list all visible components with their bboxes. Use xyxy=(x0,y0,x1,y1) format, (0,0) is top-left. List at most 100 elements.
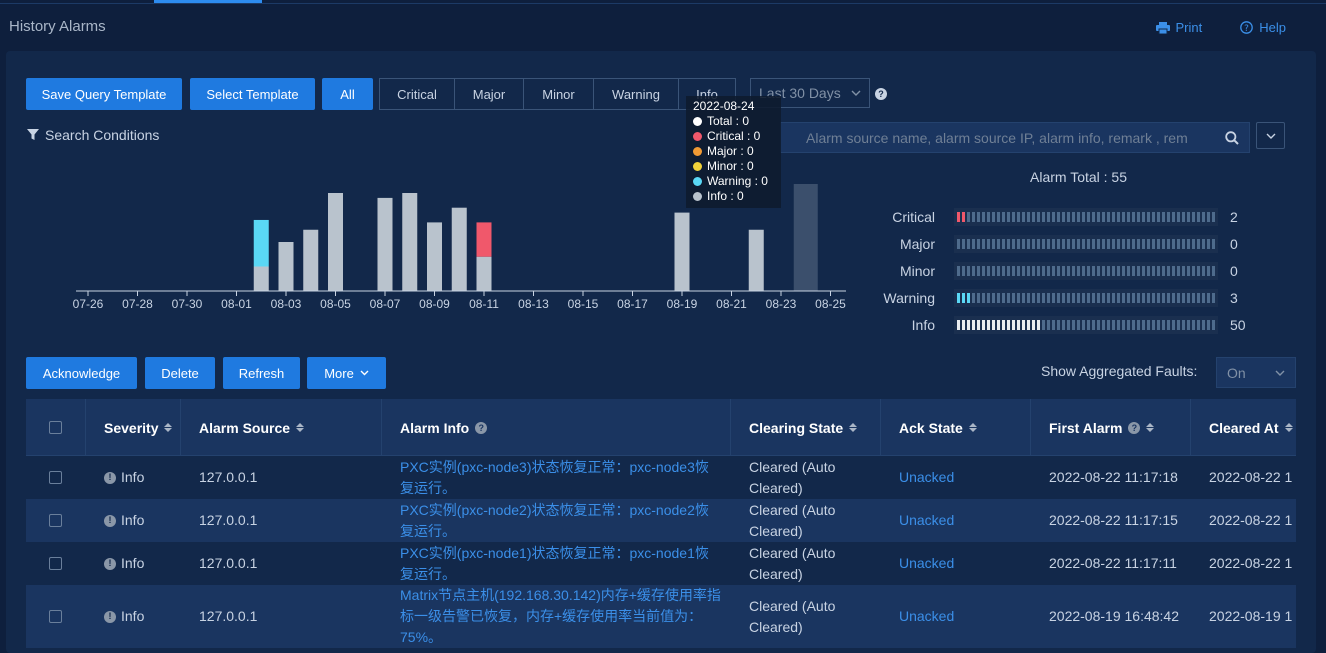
alarm-source-column-header[interactable]: Alarm Source xyxy=(181,399,382,456)
x-tick-label: 07-30 xyxy=(172,297,203,311)
bar-segment xyxy=(1037,266,1040,276)
more-button[interactable]: More xyxy=(307,357,386,389)
bar-segment xyxy=(1032,320,1035,330)
help-icon[interactable]: ? xyxy=(1128,421,1141,434)
table-row[interactable]: ! Info 127.0.0.1 PXC实例(pxc-node2)状态恢复正常：pxc… xyxy=(26,499,1296,542)
bar-segment xyxy=(1107,320,1110,330)
clearing-state-column-header[interactable]: Clearing State xyxy=(731,399,881,456)
bar-segment xyxy=(1182,320,1185,330)
alarm-info-cell[interactable]: PXC实例(pxc-node1)状态恢复正常：pxc-node1恢复运行。 xyxy=(382,542,731,585)
table-row[interactable]: ! Info 127.0.0.1 PXC实例(pxc-node1)状态恢复正常：pxc… xyxy=(26,542,1296,585)
severity-column-header[interactable]: Severity xyxy=(86,399,181,456)
bar-segment xyxy=(1112,239,1115,249)
save-query-template-button[interactable]: Save Query Template xyxy=(26,78,182,110)
search-button[interactable] xyxy=(1209,130,1239,145)
acknowledge-button[interactable]: Acknowledge xyxy=(26,357,137,389)
severity-all-button[interactable]: All xyxy=(322,78,373,110)
chevron-down-icon xyxy=(360,370,369,376)
bar-segment xyxy=(1017,266,1020,276)
bar-segment xyxy=(1127,212,1130,222)
bar-segment xyxy=(1012,320,1015,330)
bar-segment xyxy=(997,293,1000,303)
bar-segment xyxy=(1067,293,1070,303)
bar-segment xyxy=(1042,266,1045,276)
table-row[interactable]: ! Info 127.0.0.1 Matrix节点主机(192.168.30.142)… xyxy=(26,585,1296,648)
bar-segment xyxy=(1007,266,1010,276)
sort-icon[interactable] xyxy=(968,423,977,432)
severity-header-label: Severity xyxy=(104,419,159,436)
delete-button[interactable]: Delete xyxy=(145,357,215,389)
sort-icon[interactable] xyxy=(164,423,173,432)
bar-info-08-10 xyxy=(451,207,467,291)
severity-filter-minor[interactable]: Minor xyxy=(523,78,594,110)
row-checkbox[interactable] xyxy=(49,514,62,527)
severity-text: Info xyxy=(121,469,145,485)
bar-segment xyxy=(1097,320,1100,330)
severity-filter-critical[interactable]: Critical xyxy=(379,78,455,110)
table-row[interactable]: ! Info 127.0.0.1 PXC实例(pxc-node3)状态恢复正常：pxc… xyxy=(26,456,1296,499)
bar-segment xyxy=(1087,239,1090,249)
bar-segment xyxy=(977,320,980,330)
search-conditions-toggle[interactable]: Search Conditions xyxy=(27,127,159,143)
bar-segment xyxy=(1117,239,1120,249)
severity-filter-major[interactable]: Major xyxy=(454,78,524,110)
select-template-button[interactable]: Select Template xyxy=(190,78,315,110)
bar-segment xyxy=(1022,293,1025,303)
sort-icon[interactable] xyxy=(1146,423,1155,432)
bar-segment xyxy=(1082,212,1085,222)
alarm-info-cell[interactable]: PXC实例(pxc-node2)状态恢复正常：pxc-node2恢复运行。 xyxy=(382,499,731,542)
ack-state-cell[interactable]: Unacked xyxy=(881,456,1031,499)
bar-segment xyxy=(1162,266,1165,276)
range-help-icon[interactable]: ? xyxy=(875,88,887,100)
select-all-checkbox[interactable] xyxy=(49,421,62,434)
bar-segment xyxy=(1067,266,1070,276)
bar-segment xyxy=(1097,266,1100,276)
bar-segment xyxy=(1002,239,1005,249)
bar-segment xyxy=(1072,293,1075,303)
sort-icon[interactable] xyxy=(1284,423,1293,432)
help-icon[interactable]: ? xyxy=(475,421,488,434)
row-checkbox[interactable] xyxy=(49,471,62,484)
ack-state-cell[interactable]: Unacked xyxy=(881,585,1031,648)
aggregated-faults-select[interactable]: On xyxy=(1216,357,1296,388)
bar-info-08-02 xyxy=(253,266,269,291)
bar-segment xyxy=(982,239,985,249)
alarm-info-cell[interactable]: PXC实例(pxc-node3)状态恢复正常：pxc-node3恢复运行。 xyxy=(382,456,731,499)
aggregated-faults-label: Show Aggregated Faults: xyxy=(1041,363,1198,379)
severity-filter-warning[interactable]: Warning xyxy=(593,78,679,110)
bar-segment xyxy=(1037,320,1040,330)
help-link[interactable]: ? Help xyxy=(1240,20,1286,35)
bar-segment xyxy=(1102,293,1105,303)
alarm-info-cell[interactable]: Matrix节点主机(192.168.30.142)内存+缓存使用率指标一级告警… xyxy=(382,585,731,648)
bar-segment xyxy=(1197,212,1200,222)
severity-total-count: 50 xyxy=(1230,317,1246,333)
bar-segment xyxy=(1207,266,1210,276)
bar-segment xyxy=(1192,239,1195,249)
tooltip-row: Total : 0 xyxy=(693,114,774,129)
bar-segment xyxy=(1112,212,1115,222)
bar-segment xyxy=(1152,293,1155,303)
expand-search-button[interactable] xyxy=(1256,122,1285,149)
bar-segment xyxy=(962,320,965,330)
sort-icon[interactable] xyxy=(296,423,305,432)
ack-state-cell[interactable]: Unacked xyxy=(881,499,1031,542)
row-checkbox[interactable] xyxy=(49,610,62,623)
ack-state-column-header[interactable]: Ack State xyxy=(881,399,1031,456)
tooltip-row: Major : 0 xyxy=(693,144,774,159)
bar-segment xyxy=(992,293,995,303)
print-link[interactable]: Print xyxy=(1155,20,1202,35)
first-alarm-column-header[interactable]: First Alarm ? xyxy=(1031,399,1191,456)
sort-icon[interactable] xyxy=(849,423,858,432)
refresh-button[interactable]: Refresh xyxy=(223,357,300,389)
row-checkbox[interactable] xyxy=(49,557,62,570)
bar-segment xyxy=(1197,239,1200,249)
ack-state-cell[interactable]: Unacked xyxy=(881,542,1031,585)
bar-segment xyxy=(1122,239,1125,249)
severity-total-row: Critical 2 xyxy=(860,207,1238,227)
alarm-search-input[interactable]: Alarm source name, alarm source IP, alar… xyxy=(780,122,1250,153)
bar-segment xyxy=(1077,212,1080,222)
cleared-at-column-header[interactable]: Cleared At xyxy=(1191,399,1296,456)
bar-segment xyxy=(1177,212,1180,222)
bar-segment xyxy=(1102,239,1105,249)
bar-segment xyxy=(1212,266,1215,276)
